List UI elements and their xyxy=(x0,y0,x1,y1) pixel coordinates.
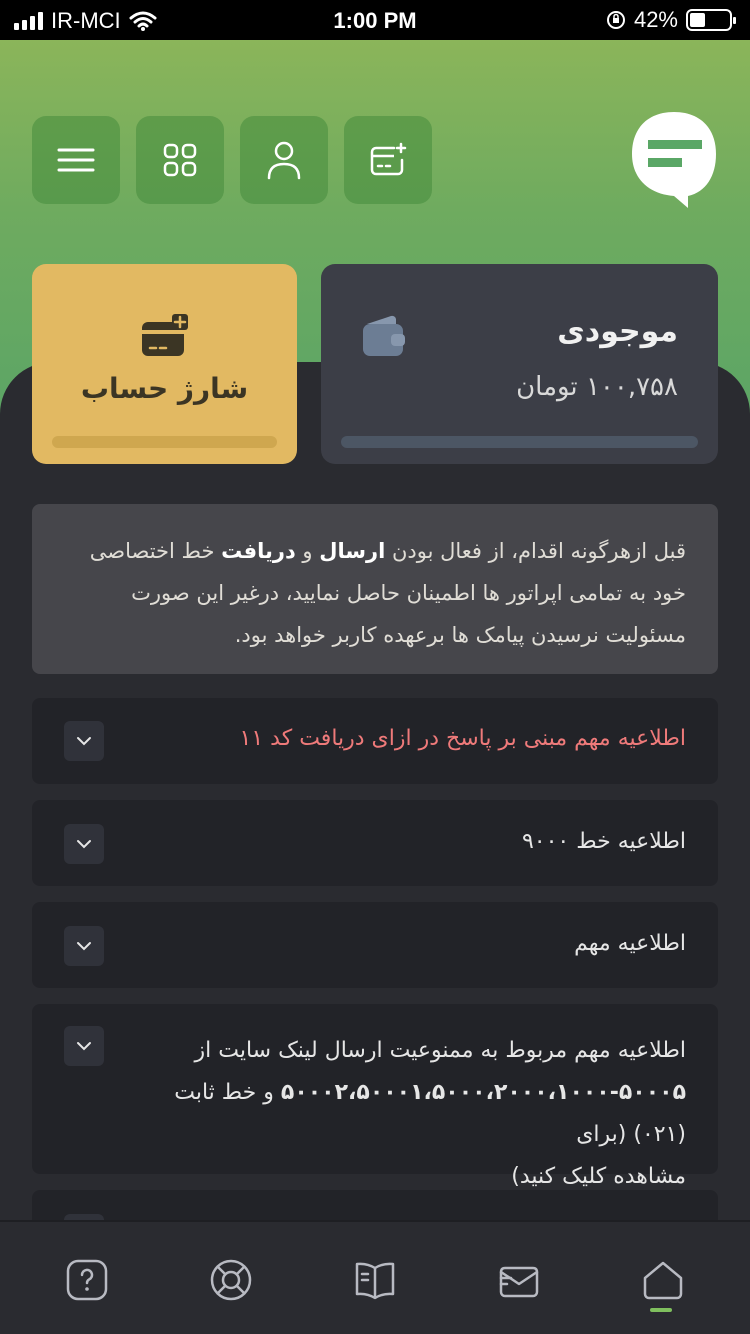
user-icon xyxy=(267,141,301,180)
announcement-line: اطلاعیه مهم مربوط به ممنوعیت ارسال لینک … xyxy=(194,1038,687,1063)
expand-button[interactable] xyxy=(64,824,104,864)
nav-messages[interactable] xyxy=(497,1258,541,1302)
chevron-down-icon xyxy=(77,737,91,746)
add-card-button[interactable] xyxy=(344,116,432,204)
expand-button[interactable] xyxy=(64,926,104,966)
active-tab-indicator xyxy=(650,1308,672,1312)
balance-title: موجودی xyxy=(557,314,678,349)
status-bar: IR-MCI 1:00 PM 42% xyxy=(0,0,750,40)
profile-button[interactable] xyxy=(240,116,328,204)
messages-icon xyxy=(499,1266,539,1298)
support-icon xyxy=(210,1259,252,1301)
charge-card-bar xyxy=(52,436,277,448)
announcement-numbers: ۵۰۰۰۲،۵۰۰۰۱،۵۰۰۰،۲۰۰۰،۱۰۰۰-۵۰۰۰۵ xyxy=(280,1080,686,1105)
card-add-icon xyxy=(370,142,407,176)
chevron-down-icon xyxy=(77,840,91,849)
nav-guide[interactable] xyxy=(353,1258,397,1302)
charge-account-title: شارژ حساب xyxy=(80,372,249,405)
grid-icon xyxy=(163,143,197,177)
balance-card: موجودی ۱۰۰,۷۵۸ تومان xyxy=(321,264,718,464)
nav-help[interactable] xyxy=(65,1258,109,1302)
announcement-item[interactable]: اطلاعیه خط ۹۰۰۰ xyxy=(32,800,718,886)
expand-button[interactable] xyxy=(64,1026,104,1066)
announcement-title: اطلاعیه مهم مبنی بر پاسخ در ازای دریافت … xyxy=(239,726,686,751)
notice-bold-send: ارسال xyxy=(319,539,386,563)
help-icon xyxy=(66,1259,108,1301)
wallet-icon xyxy=(363,315,405,356)
balance-amount: ۱۰۰,۷۵۸ تومان xyxy=(516,372,678,402)
balance-card-bar xyxy=(341,436,698,448)
apps-button[interactable] xyxy=(136,116,224,204)
menu-icon xyxy=(57,148,95,172)
announcement-item[interactable]: اطلاعیه مهم مربوط به ممنوعیت ارسال لینک … xyxy=(32,1004,718,1189)
home-icon xyxy=(643,1261,683,1300)
orientation-lock-icon xyxy=(606,11,625,29)
announcement-item[interactable]: اطلاعیه مهم مبنی بر پاسخ در ازای دریافت … xyxy=(32,698,718,784)
battery-percent: 42% xyxy=(633,7,678,32)
nav-support[interactable] xyxy=(209,1258,253,1302)
announcement-title: اطلاعیه مهم مربوط به ممنوعیت ارسال لینک … xyxy=(126,1030,686,1198)
bottom-navigation xyxy=(0,1220,750,1334)
notice-text: قبل ازهرگونه اقدام، از فعال بودن xyxy=(385,539,686,563)
notice-bold-receive: دریافت xyxy=(221,539,296,563)
book-icon xyxy=(355,1262,395,1300)
battery-icon xyxy=(686,9,736,31)
app-logo xyxy=(632,112,716,208)
announcement-title: اطلاعیه خط ۹۰۰۰ xyxy=(521,829,686,854)
announcement-title: اطلاعیه مهم xyxy=(574,931,686,956)
notice-box: قبل ازهرگونه اقدام، از فعال بودن ارسال و… xyxy=(32,504,718,674)
chevron-down-icon xyxy=(77,1042,91,1051)
chevron-down-icon xyxy=(77,942,91,951)
nav-home[interactable] xyxy=(641,1258,685,1302)
announcement-item[interactable]: اطلاعیه مهم xyxy=(32,902,718,988)
menu-button[interactable] xyxy=(32,116,120,204)
notice-text: و xyxy=(295,539,320,563)
card-plus-icon xyxy=(142,314,188,356)
charge-account-card[interactable]: شارژ حساب xyxy=(32,264,297,464)
expand-button[interactable] xyxy=(64,721,104,761)
